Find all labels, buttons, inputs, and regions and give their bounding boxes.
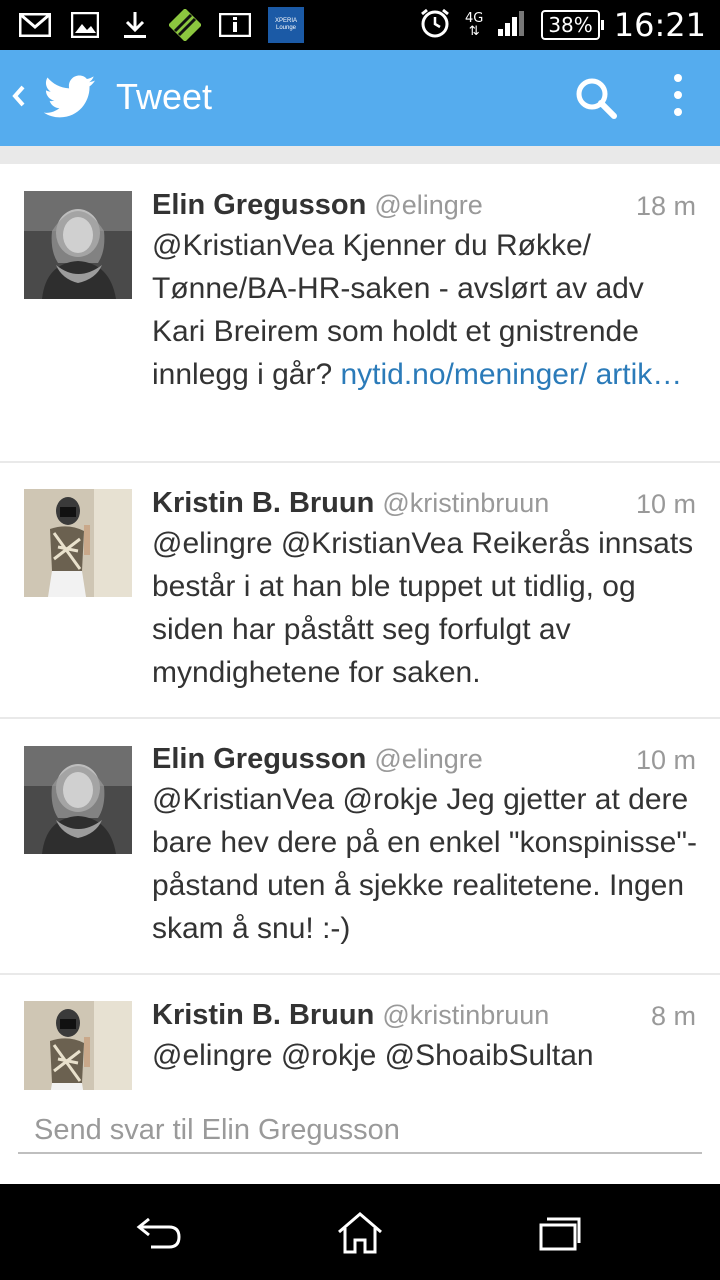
tweet-text: @elingre @rokje @ShoaibSultan — [152, 1039, 594, 1072]
system-navigation-bar — [0, 1184, 720, 1280]
author-handle: @elingre — [374, 744, 483, 774]
screen-title: Tweet — [116, 76, 213, 117]
gmail-icon — [18, 10, 52, 40]
avatar[interactable] — [24, 746, 132, 854]
data-arrows-icon: ⇅ — [468, 24, 480, 39]
system-status: 4G ⇅ 38% 16:21 — [419, 0, 706, 50]
conversation-list[interactable]: Elin Gregusson @elingre 18 m @KristianVea… — [0, 146, 720, 1090]
tweet-link[interactable]: nytid.no/meninger/ artik… — [340, 358, 682, 391]
home-nav-icon[interactable] — [330, 1208, 390, 1258]
avatar[interactable] — [24, 191, 132, 299]
tweet-author[interactable]: Kristin B. Bruun @kristinbruun — [152, 999, 549, 1032]
image-icon — [68, 10, 102, 40]
author-handle: @kristinbruun — [382, 488, 550, 518]
download-icon — [118, 10, 152, 40]
avatar[interactable] — [24, 1001, 132, 1090]
search-icon[interactable] — [574, 76, 618, 125]
info-icon — [218, 10, 252, 40]
overflow-menu-icon[interactable] — [668, 74, 688, 124]
author-name: Kristin B. Bruun — [152, 487, 375, 519]
tweet-item[interactable]: Elin Gregusson @elingre 18 m @KristianVea… — [0, 164, 720, 461]
tweet-time: 10 m — [635, 745, 696, 775]
tweet-item[interactable]: Kristin B. Bruun @kristinbruun 8 m @eling… — [0, 975, 720, 1090]
tweet-item[interactable]: Kristin B. Bruun @kristinbruun 10 m @elin… — [0, 463, 720, 717]
reply-input[interactable] — [18, 1108, 702, 1154]
twitter-bird-icon[interactable] — [43, 74, 96, 125]
tweet-item[interactable]: Elin Gregusson @elingre 10 m @KristianVea… — [0, 719, 720, 973]
tweet-text: @KristianVea Kjenner du Røkke/ Tønne/BA-… — [152, 224, 702, 396]
xperia-lounge-icon: XPERIA Lounge — [268, 7, 304, 43]
tweet-author[interactable]: Elin Gregusson @elingre — [152, 743, 483, 776]
network-indicator: 4G ⇅ — [465, 12, 483, 38]
alarm-icon — [419, 7, 451, 44]
recent-apps-icon[interactable] — [530, 1208, 590, 1258]
author-name: Kristin B. Bruun — [152, 999, 375, 1031]
battery-indicator: 38% — [541, 10, 605, 40]
status-bar: XPERIA Lounge 4G ⇅ 38% 16:21 — [0, 0, 720, 50]
author-name: Elin Gregusson — [152, 743, 367, 775]
tweet-time: 10 m — [635, 489, 696, 519]
author-handle: @kristinbruun — [382, 1000, 550, 1030]
back-icon[interactable] — [10, 78, 28, 119]
action-bar: Tweet — [0, 50, 720, 146]
lounge-label: Lounge — [275, 25, 297, 31]
app-notification-icon — [168, 9, 202, 41]
reply-bar — [0, 1090, 720, 1184]
tweet-author[interactable]: Kristin B. Bruun @kristinbruun — [152, 487, 549, 520]
tweet-time: 8 m — [650, 1001, 696, 1031]
clock: 16:21 — [613, 6, 706, 44]
notification-icons: XPERIA Lounge — [18, 7, 304, 43]
back-nav-icon[interactable] — [130, 1208, 190, 1258]
xperia-label: XPERIA — [274, 18, 297, 24]
tweet-time: 18 m — [635, 191, 696, 221]
tweet-text: @KristianVea @rokje Jeg gjetter at dere … — [152, 783, 697, 945]
author-name: Elin Gregusson — [152, 189, 367, 221]
tweet-text: @elingre @KristianVea Reikerås innsats b… — [152, 527, 694, 689]
signal-icon — [497, 9, 527, 42]
tweet-author[interactable]: Elin Gregusson @elingre — [152, 189, 483, 222]
author-handle: @elingre — [374, 190, 483, 220]
avatar[interactable] — [24, 489, 132, 597]
